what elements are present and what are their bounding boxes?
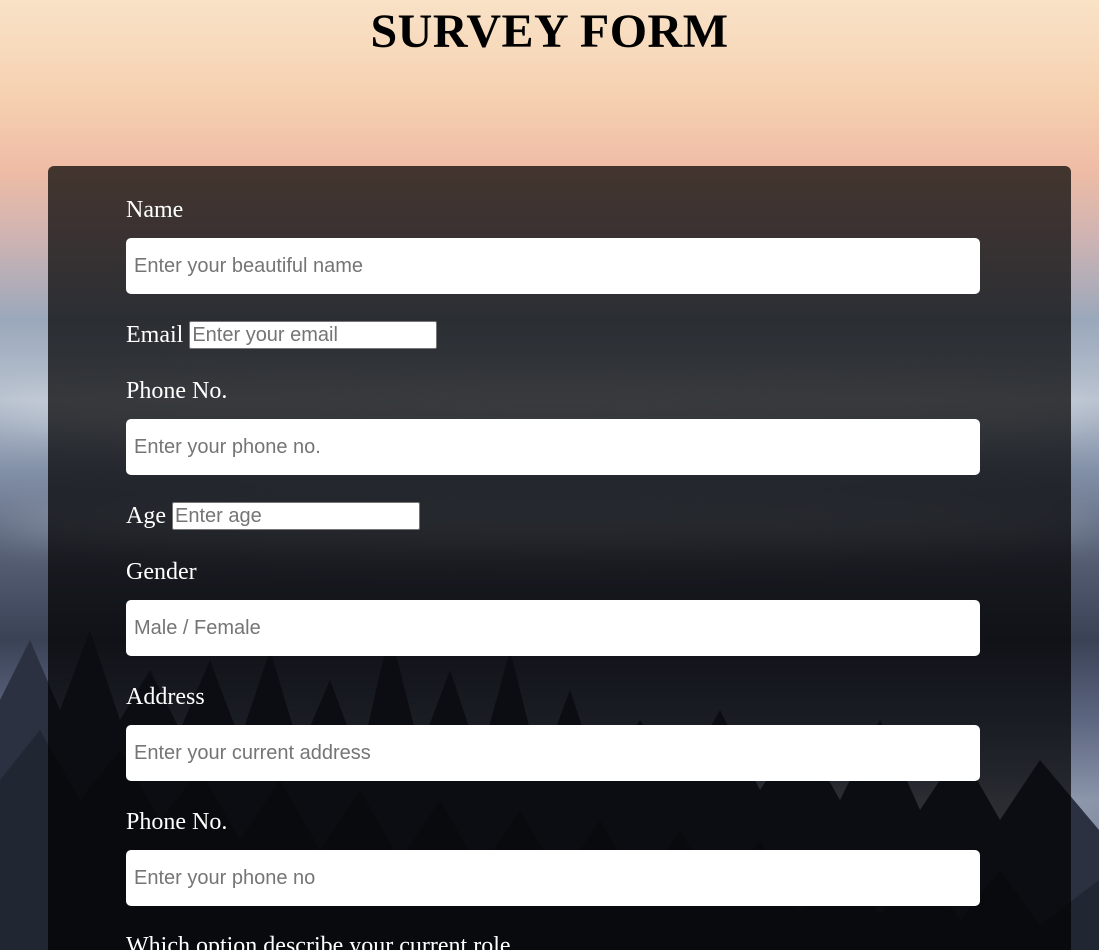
age-input[interactable] bbox=[171, 502, 420, 530]
email-label: Email bbox=[126, 322, 184, 348]
survey-form: Name Email Phone No. Age Gender Address … bbox=[48, 166, 1071, 950]
age-row: Age bbox=[126, 502, 420, 530]
name-label: Name bbox=[126, 197, 184, 223]
age-label: Age bbox=[126, 503, 166, 529]
phone-label: Phone No. bbox=[126, 378, 228, 404]
name-input[interactable] bbox=[126, 238, 980, 294]
email-input[interactable] bbox=[189, 321, 438, 349]
email-row: Email bbox=[126, 321, 438, 349]
page-title: SURVEY FORM bbox=[370, 5, 729, 58]
gender-input[interactable] bbox=[126, 600, 980, 656]
gender-label: Gender bbox=[126, 559, 197, 585]
phone-input[interactable] bbox=[126, 419, 980, 475]
address-input[interactable] bbox=[126, 725, 980, 781]
address-label: Address bbox=[126, 684, 205, 710]
phone-2-input[interactable] bbox=[126, 850, 980, 906]
role-question-label: Which option describe your current role bbox=[126, 933, 511, 950]
phone-2-label: Phone No. bbox=[126, 809, 228, 835]
